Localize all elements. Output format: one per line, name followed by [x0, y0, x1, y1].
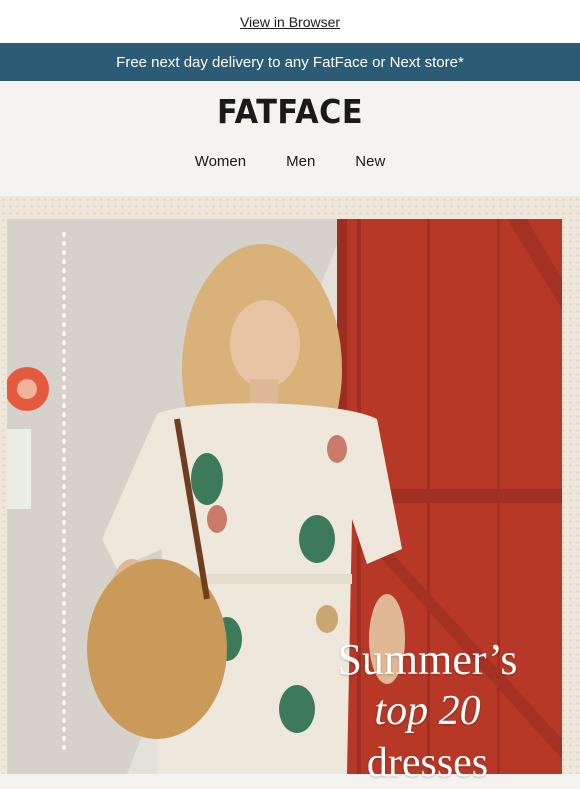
- brand-logo[interactable]: FATFACE: [23, 92, 557, 131]
- hero-line-1: Summer’s: [337, 635, 518, 684]
- view-in-browser-link[interactable]: View in Browser: [240, 14, 340, 30]
- nav-women[interactable]: Women: [195, 153, 246, 170]
- promo-banner[interactable]: Free next day delivery to any FatFace or…: [0, 43, 580, 81]
- promo-text: Free next day delivery to any FatFace or…: [116, 53, 464, 71]
- main-nav: Women Men New: [0, 153, 580, 170]
- nav-men[interactable]: Men: [286, 153, 315, 170]
- dotted-line-decoration: [61, 230, 67, 750]
- hero-caption: Summer’s top 20 dresses: [300, 635, 555, 789]
- hero-line-3: dresses: [366, 740, 489, 786]
- view-in-browser-bar: View in Browser: [0, 0, 580, 43]
- nav-new[interactable]: New: [355, 153, 385, 170]
- hero-line-2: top 20: [374, 688, 481, 734]
